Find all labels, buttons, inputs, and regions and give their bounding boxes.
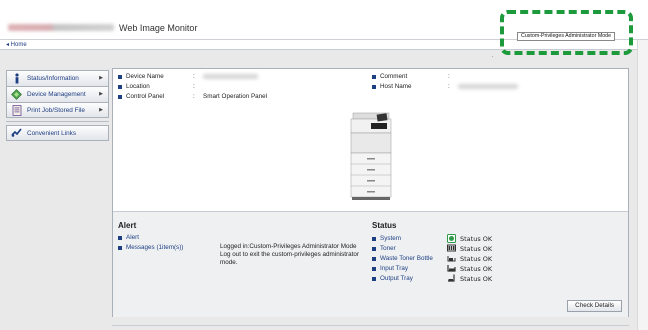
waste-toner-icon	[447, 254, 456, 262]
nav-item-status-information[interactable]: Status/Information ▶	[6, 70, 109, 86]
status-title: Status	[372, 221, 397, 230]
control-panel-row: Control Panel : Smart Operation Panel	[118, 92, 358, 101]
alert-status-panel: Alert Alert Messages (1item(s)) Logged i…	[113, 211, 628, 317]
comment-row: Comment :	[372, 72, 572, 81]
bullet-square-icon	[118, 84, 122, 89]
colon: :	[193, 93, 195, 100]
output-tray-icon	[447, 274, 456, 282]
status-value: Status OK	[460, 255, 493, 263]
check-details-button[interactable]: Check Details	[567, 300, 622, 312]
device-name-label: Device Name	[126, 73, 164, 80]
document-icon	[11, 104, 22, 116]
toner-icon	[447, 244, 456, 252]
status-row-output-tray: Output Tray	[372, 274, 413, 283]
status-label[interactable]: Input Tray	[380, 265, 408, 272]
bullet-square-icon	[118, 235, 122, 240]
host-name-row: Host Name :	[372, 82, 572, 91]
status-row-input-tray: Input Tray	[372, 264, 408, 273]
host-name-label: Host Name	[380, 83, 412, 90]
bullet-square-icon	[372, 266, 376, 271]
location-row: Location :	[118, 82, 338, 91]
nav-item-label: Device Management	[27, 91, 86, 98]
alert-title: Alert	[118, 221, 137, 230]
bullet-square-icon	[372, 246, 376, 251]
device-management-icon	[11, 89, 22, 100]
control-panel-label: Control Panel	[126, 93, 165, 100]
messages-row: Messages (1item(s))	[118, 244, 183, 251]
status-value: Status OK	[460, 275, 493, 283]
nav-group-links: Convenient Links	[6, 125, 109, 141]
nav-item-device-management[interactable]: Device Management ▶	[6, 86, 109, 102]
bullet-square-icon	[118, 94, 122, 99]
home-link[interactable]: ◂ Home	[6, 41, 27, 48]
nav-item-convenient-links[interactable]: Convenient Links	[6, 125, 109, 141]
nav-item-label: Convenient Links	[27, 129, 77, 137]
comment-label: Comment	[380, 73, 408, 80]
location-label: Location	[126, 83, 150, 90]
bullet-square-icon	[372, 84, 376, 89]
bullet-square-icon	[118, 74, 122, 79]
nav-item-label: Print Job/Stored File	[27, 106, 85, 114]
system-status-icon	[447, 233, 456, 243]
status-label[interactable]: Toner	[380, 245, 396, 252]
status-row-system: System	[372, 234, 401, 243]
small-marker: ·	[492, 54, 494, 60]
host-name-value	[458, 84, 518, 89]
alert-link[interactable]: Alert	[126, 234, 139, 241]
bullet-square-icon	[372, 256, 376, 261]
status-value: Status OK	[460, 235, 493, 243]
status-value: Status OK	[460, 265, 493, 273]
input-tray-icon	[447, 264, 456, 272]
device-name-value	[203, 74, 258, 79]
status-label[interactable]: Output Tray	[380, 275, 413, 282]
colon: :	[448, 83, 450, 90]
status-row-toner: Toner	[372, 244, 396, 253]
mode-badge: Custom-Privileges Administrator Mode	[517, 32, 616, 41]
main-panel: Device Name : Location : Control Panel :…	[112, 68, 629, 317]
scrollbar[interactable]	[637, 40, 648, 330]
brand-logo	[8, 24, 114, 31]
status-value: Status OK	[460, 245, 493, 253]
status-label[interactable]: Waste Toner Bottle	[380, 255, 433, 262]
chevron-right-icon: ▶	[99, 91, 103, 97]
nav-group-main: Status/Information ▶ Device Management ▶…	[6, 70, 109, 118]
printer-image	[350, 112, 392, 200]
nav-divider	[6, 121, 109, 122]
chevron-right-icon: ▶	[99, 107, 103, 113]
colon: :	[193, 73, 195, 80]
message-text: Logged in:Custom-Privileges Administrato…	[220, 243, 359, 266]
device-name-row: Device Name :	[118, 72, 338, 81]
messages-link[interactable]: Messages (1item(s))	[126, 244, 183, 251]
control-panel-value: Smart Operation Panel	[203, 93, 268, 100]
footer-divider	[112, 325, 629, 326]
nav-item-label: Status/Information	[27, 75, 79, 82]
bullet-square-icon	[372, 236, 376, 241]
bullet-square-icon	[372, 276, 376, 281]
info-icon	[11, 73, 22, 84]
status-label[interactable]: System	[380, 235, 401, 242]
alert-link-row: Alert	[118, 234, 139, 241]
link-icon	[11, 128, 22, 139]
bullet-square-icon	[118, 245, 122, 250]
chevron-right-icon: ▶	[99, 75, 103, 81]
app-title: Web Image Monitor	[119, 23, 198, 33]
status-row-waste-toner: Waste Toner Bottle	[372, 254, 433, 263]
colon: :	[448, 73, 450, 80]
left-navigation: Status/Information ▶ Device Management ▶…	[6, 70, 109, 144]
colon: :	[193, 83, 195, 90]
bullet-square-icon	[372, 74, 376, 79]
nav-item-print-job[interactable]: Print Job/Stored File ▶	[6, 102, 109, 118]
